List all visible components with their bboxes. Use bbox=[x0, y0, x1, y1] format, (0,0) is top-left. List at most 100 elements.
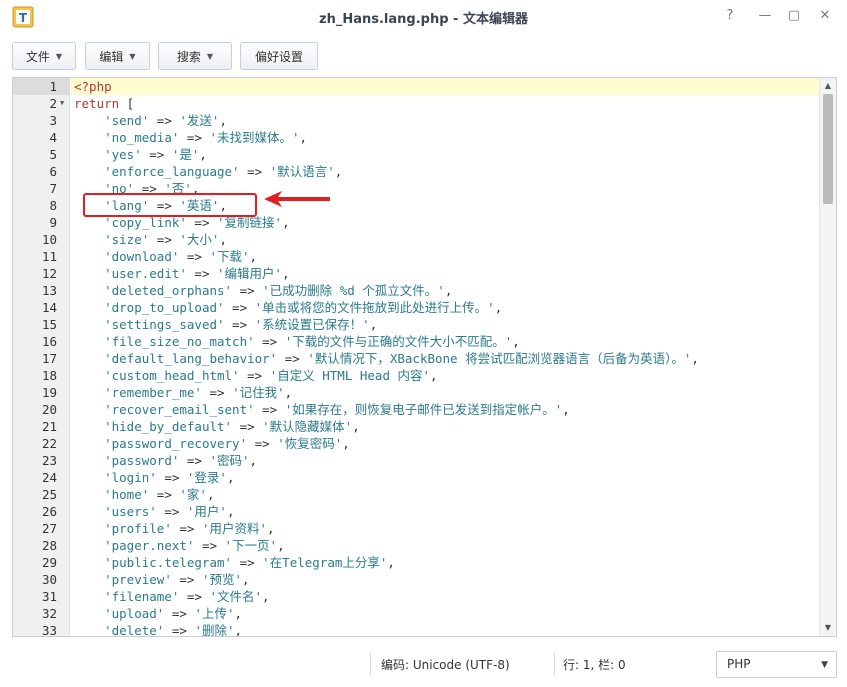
code-token: , bbox=[226, 470, 235, 485]
code-token: 'users' bbox=[104, 504, 157, 519]
code-line[interactable]: 17 'default_lang_behavior' => '默认情况下，XBa… bbox=[13, 350, 819, 367]
code-token: '记住我' bbox=[232, 385, 285, 400]
code-line[interactable]: 26 'users' => '用户', bbox=[13, 503, 819, 520]
code-line[interactable]: 5 'yes' => '是', bbox=[13, 146, 819, 163]
code-token: 'recover_email_sent' bbox=[104, 402, 255, 417]
code-token: => bbox=[179, 453, 210, 468]
code-line[interactable]: 11 'download' => '下载', bbox=[13, 248, 819, 265]
scroll-down-icon[interactable]: ▼ bbox=[823, 623, 833, 633]
code-line[interactable]: 33 'delete' => '删除', bbox=[13, 622, 819, 636]
minimize-icon[interactable]: — bbox=[757, 8, 773, 24]
code-token: => bbox=[164, 606, 195, 621]
code-token: => bbox=[171, 521, 202, 536]
code-line[interactable]: 23 'password' => '密码', bbox=[13, 452, 819, 469]
code-token: , bbox=[430, 368, 438, 383]
code-line[interactable]: 16 'file_size_no_match' => '下载的文件与正确的文件大… bbox=[13, 333, 819, 350]
line-number: 3 bbox=[49, 113, 57, 128]
code-token: '在Telegram上分享' bbox=[262, 555, 388, 570]
code-line[interactable]: 18 'custom_head_html' => '自定义 HTML Head … bbox=[13, 367, 819, 384]
code-token: , bbox=[219, 232, 227, 247]
line-number: 32 bbox=[41, 606, 57, 621]
edit-menu-button[interactable]: 编辑 ▼ bbox=[85, 42, 150, 70]
code-line[interactable]: 12 'user.edit' => '编辑用户', bbox=[13, 265, 819, 282]
file-menu-button[interactable]: 文件 ▼ bbox=[12, 42, 76, 70]
code-token: => bbox=[224, 300, 255, 315]
code-line[interactable]: 4 'no_media' => '未找到媒体。', bbox=[13, 129, 819, 146]
preferences-button[interactable]: 偏好设置 bbox=[240, 42, 318, 70]
scrollbar-thumb[interactable] bbox=[823, 94, 833, 204]
code-token: 'password_recovery' bbox=[104, 436, 248, 451]
code-line[interactable]: 1 <?php bbox=[13, 78, 819, 95]
code-token: , bbox=[512, 334, 520, 349]
code-line[interactable]: 19 'remember_me' => '记住我', bbox=[13, 384, 819, 401]
encoding-status[interactable]: 编码: Unicode (UTF-8) bbox=[381, 656, 510, 673]
code-line[interactable]: 10 'size' => '大小', bbox=[13, 231, 819, 248]
code-token: 'pager.next' bbox=[104, 538, 195, 553]
status-divider bbox=[554, 652, 555, 676]
code-text: 'delete' => '删除', bbox=[74, 622, 242, 636]
code-line[interactable]: 3 'send' => '发送', bbox=[13, 112, 819, 129]
code-token: '大小' bbox=[179, 232, 220, 247]
code-token: return bbox=[74, 96, 120, 111]
code-token: , bbox=[234, 606, 243, 621]
line-number: 30 bbox=[41, 572, 57, 587]
code-line[interactable]: 29 'public.telegram' => '在Telegram上分享', bbox=[13, 554, 819, 571]
code-line[interactable]: 27 'profile' => '用户资料', bbox=[13, 520, 819, 537]
code-token: => bbox=[171, 572, 202, 587]
code-text: 'recover_email_sent' => '如果存在，则恢复电子邮件已发送… bbox=[74, 401, 570, 418]
code-line[interactable]: 2 ▼ return [ bbox=[13, 95, 819, 112]
code-token: => bbox=[277, 351, 308, 366]
code-token: 'download' bbox=[104, 249, 180, 264]
code-line[interactable]: 22 'password_recovery' => '恢复密码', bbox=[13, 435, 819, 452]
scroll-up-icon[interactable]: ▲ bbox=[823, 81, 833, 91]
code-line[interactable]: 30 'preview' => '预览', bbox=[13, 571, 819, 588]
search-menu-button[interactable]: 搜索 ▼ bbox=[158, 42, 232, 70]
code-token: => bbox=[156, 470, 187, 485]
code-line[interactable]: 21 'hide_by_default' => '默认隐藏媒体', bbox=[13, 418, 819, 435]
code-token: , bbox=[219, 113, 227, 128]
close-icon[interactable]: ✕ bbox=[817, 8, 833, 24]
code-editor[interactable]: 1 <?php 2 ▼ return [3 'send' => '发送', 4 'no_m… bbox=[12, 77, 837, 637]
maximize-icon[interactable]: ▢ bbox=[786, 8, 802, 24]
code-text: 'file_size_no_match' => '下载的文件与正确的文件大小不匹… bbox=[74, 333, 520, 350]
code-token: '如果存在，则恢复电子邮件已发送到指定帐户。' bbox=[284, 402, 563, 417]
code-line[interactable]: 13 'deleted_orphans' => '已成功删除 %d 个孤立文件。… bbox=[13, 282, 819, 299]
code-line[interactable]: 14 'drop_to_upload' => '单击或将您的文件拖放到此处进行上… bbox=[13, 299, 819, 316]
code-text: 'filename' => '文件名', bbox=[74, 588, 269, 605]
code-token: , bbox=[369, 317, 378, 332]
fold-toggle-icon[interactable]: ▼ bbox=[60, 95, 64, 112]
line-number: 24 bbox=[41, 470, 57, 485]
code-token: , bbox=[342, 436, 350, 451]
code-token: 'preview' bbox=[104, 572, 172, 587]
code-line[interactable]: 32 'upload' => '上传', bbox=[13, 605, 819, 622]
cursor-position-status: 行: 1, 栏: 0 bbox=[563, 658, 626, 672]
code-token: '文件名' bbox=[209, 589, 263, 604]
code-line[interactable]: 20 'recover_email_sent' => '如果存在，则恢复电子邮件… bbox=[13, 401, 819, 418]
language-select[interactable]: PHP ▼ bbox=[716, 651, 837, 678]
code-token: '未找到媒体。' bbox=[209, 130, 300, 145]
code-line[interactable]: 31 'filename' => '文件名', bbox=[13, 588, 819, 605]
code-text: 'home' => '家', bbox=[74, 486, 214, 503]
line-number: 16 bbox=[41, 334, 57, 349]
code-line[interactable]: 28 'pager.next' => '下一页', bbox=[13, 537, 819, 554]
code-token: 'deleted_orphans' bbox=[104, 283, 233, 298]
code-token: '密码' bbox=[209, 453, 250, 468]
code-line[interactable]: 6 'enforce_language' => '默认语言', bbox=[13, 163, 819, 180]
code-token: '用户资料' bbox=[201, 521, 268, 536]
window-title: zh_Hans.lang.php - 文本编辑器 bbox=[319, 12, 528, 27]
code-line[interactable]: 25 'home' => '家', bbox=[13, 486, 819, 503]
vertical-scrollbar[interactable]: ▲ ▼ bbox=[819, 78, 836, 636]
code-token: '下载' bbox=[209, 249, 250, 264]
code-line[interactable]: 24 'login' => '登录', bbox=[13, 469, 819, 486]
code-line[interactable]: 15 'settings_saved' => '系统设置已保存！', bbox=[13, 316, 819, 333]
question-icon[interactable]: ? bbox=[722, 8, 738, 24]
